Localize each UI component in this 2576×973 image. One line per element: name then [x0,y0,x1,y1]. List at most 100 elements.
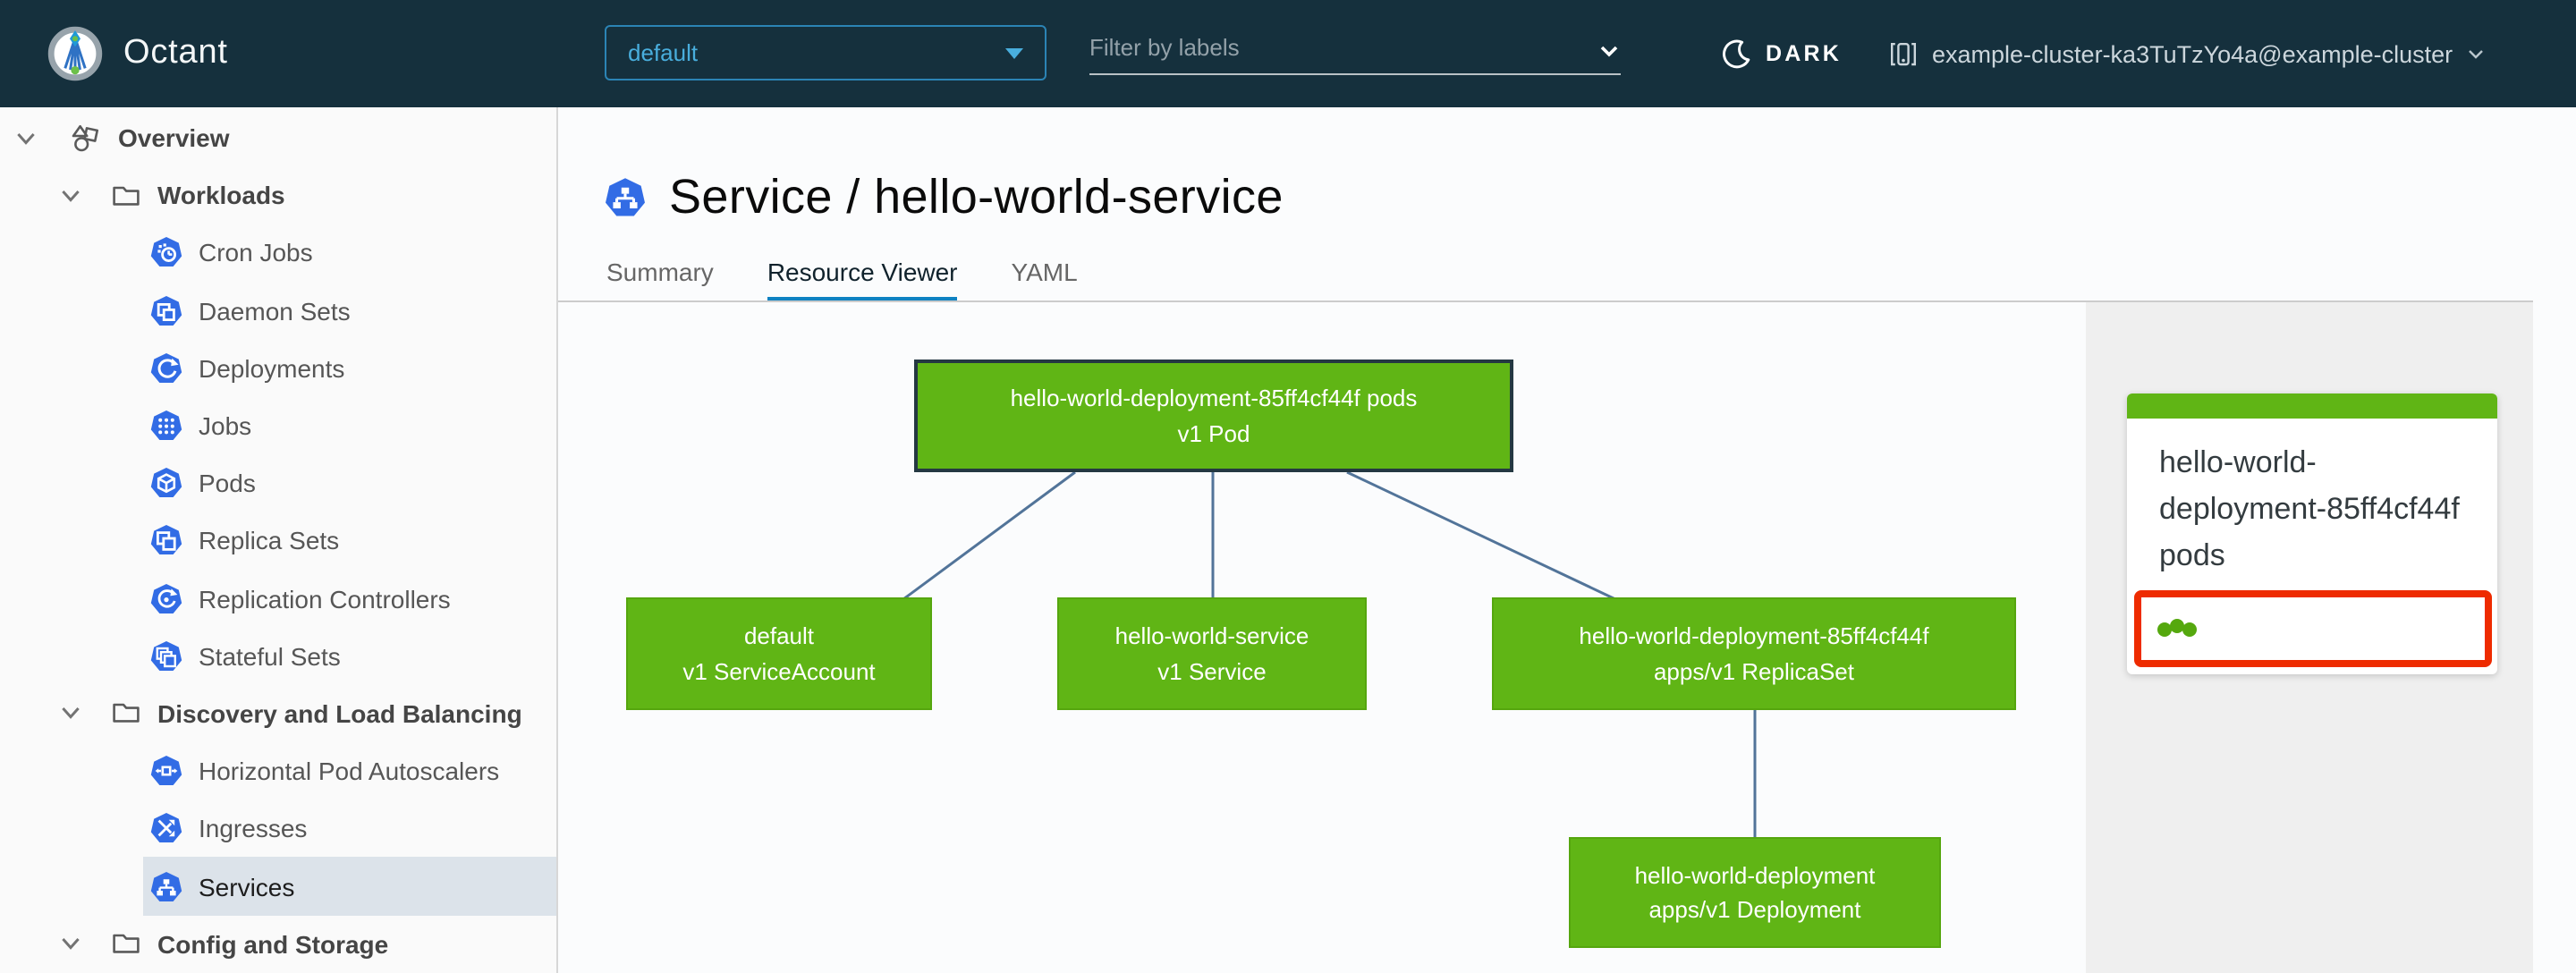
daemonset-icon [150,294,182,326]
sidebar-item-replica-sets[interactable]: Replica Sets [0,512,556,570]
sidebar-item-workloads[interactable]: Workloads [0,166,556,224]
sidebar-item-label: Daemon Sets [199,296,351,326]
sidebar-item-label: Config and Storage [157,929,389,959]
expander-chevron-icon[interactable] [59,184,82,207]
sidebar-item-label: Ingresses [199,814,308,843]
app-title: Octant [123,34,228,72]
graph-edge [1346,470,1616,601]
replicaset-icon [150,525,182,557]
sidebar-item-deployments[interactable]: Deployments [0,340,556,397]
graph-node-hello-world-deployment-85ff4cf44f-pods[interactable]: hello-world-deployment-85ff4cf44f pods v1… [914,360,1513,472]
app-brand: Octant [47,0,228,107]
service-icon [605,177,646,218]
sidebar-item-label: Discovery and Load Balancing [157,698,522,728]
expander-chevron-icon[interactable] [59,702,82,725]
overview-icon [68,121,102,155]
node-name: hello-world-deployment [1634,861,1876,888]
sidebar-item-label: Overview [118,123,230,153]
context-selector[interactable]: example-cluster-ka3TuTzYo4a@example-clus… [1889,0,2485,107]
graph-node-hello-world-deployment[interactable]: hello-world-deployment apps/v1 Deployment [1569,837,1941,948]
sidebar-item-label: Horizontal Pod Autoscalers [199,757,500,786]
node-name: hello-world-deployment-85ff4cf44f [1579,622,1929,649]
pod-status-highlight[interactable] [2134,590,2492,667]
sidebar-item-overview[interactable]: Overview [0,109,556,166]
ingress-icon [150,813,182,845]
sidebar-item-horizontal-pod-autoscalers[interactable]: Horizontal Pod Autoscalers [0,742,556,800]
pod-icon [150,467,182,499]
node-kind: apps/v1 Deployment [1648,896,1861,923]
folder-icon [111,928,141,959]
deployment-icon [150,352,182,385]
expander-chevron-icon[interactable] [59,932,82,955]
hpa-icon [150,755,182,787]
pod-status-dot [2170,618,2184,632]
tab-summary[interactable]: Summary [606,258,714,302]
resource-detail-panel: hello-world-deployment-85ff4cf44f pods [2086,302,2533,973]
sidebar-item-label: Pods [199,469,256,498]
chevron-down-icon[interactable] [1597,39,1621,63]
pod-status-dot [2182,622,2197,636]
graph-node-default[interactable]: default v1 ServiceAccount [626,597,932,710]
graph-node-hello-world-deployment-85ff4cf44f[interactable]: hello-world-deployment-85ff4cf44f apps/v1… [1492,597,2016,710]
octant-app: Octant default DARK [0,0,2576,973]
context-selector-label: example-cluster-ka3TuTzYo4a@example-clus… [1932,40,2453,67]
node-kind: v1 Pod [1177,419,1250,446]
cluster-icon [1889,40,1918,67]
cronjob-icon [150,237,182,269]
sidebar-item-label: Replica Sets [199,526,340,555]
graph-edge [902,470,1076,601]
labels-filter-input[interactable] [1089,34,1597,68]
resource-detail-card: hello-world-deployment-85ff4cf44f pods [2127,393,2497,674]
sidebar-item-pods[interactable]: Pods [0,454,556,512]
sidebar-item-services[interactable]: Services [0,857,556,916]
card-status-bar [2127,393,2497,419]
expander-chevron-icon[interactable] [14,126,38,149]
tab-bar: Summary Resource Viewer YAML [606,258,1078,302]
main-content: Service / hello-world-service Summary Res… [558,107,2576,973]
app-header: Octant default DARK [0,0,2576,107]
tab-resource-viewer[interactable]: Resource Viewer [767,258,958,302]
replicationcontroller-icon [150,582,182,614]
node-name: hello-world-deployment-85ff4cf44f pods [1010,385,1418,411]
statefulset-icon [150,640,182,673]
sidebar-item-ingresses[interactable]: Ingresses [0,800,556,858]
sidebar-item-stateful-sets[interactable]: Stateful Sets [0,627,556,684]
card-title: hello-world-deployment-85ff4cf44f pods [2159,445,2460,572]
service-icon [150,870,182,902]
caret-down-icon [1005,47,1023,58]
octant-logo-icon[interactable] [47,25,104,82]
chevron-down-icon [2467,45,2485,63]
page-title-text: Service / hello-world-service [669,170,1284,224]
node-kind: v1 Service [1157,657,1267,684]
sidebar-item-label: Jobs [199,411,252,441]
folder-icon [111,181,141,211]
node-kind: v1 ServiceAccount [682,657,876,684]
page-title: Service / hello-world-service [605,170,1284,225]
job-icon [150,410,182,442]
node-name: hello-world-service [1114,622,1309,649]
sidebar-item-replication-controllers[interactable]: Replication Controllers [0,570,556,627]
sidebar-item-cron-jobs[interactable]: Cron Jobs [0,224,556,282]
theme-toggle[interactable]: DARK [1721,0,1842,107]
moon-icon [1721,38,1751,69]
sidebar-item-label: Cron Jobs [199,238,313,267]
sidebar-item-config-and-storage[interactable]: Config and Storage [0,915,556,972]
node-kind: apps/v1 ReplicaSet [1653,657,1854,684]
sidebar-item-label: Services [199,872,295,901]
sidebar-item-label: Workloads [157,181,285,210]
folder-icon [111,698,141,729]
node-name: default [743,622,815,649]
sidebar-item-label: Replication Controllers [199,584,451,613]
namespace-select[interactable]: default [605,25,1046,80]
labels-filter[interactable] [1089,29,1621,75]
namespace-select-value: default [628,39,699,66]
sidebar-item-jobs[interactable]: Jobs [0,397,556,454]
sidebar-item-label: Deployments [199,353,345,383]
tab-yaml[interactable]: YAML [1012,258,1078,302]
sidebar: Overview Workloads Cron Jobs Daemon Sets Dep… [0,107,558,973]
graph-node-hello-world-service[interactable]: hello-world-service v1 Service [1057,597,1367,710]
sidebar-item-discovery-and-load-balancing[interactable]: Discovery and Load Balancing [0,685,556,742]
theme-toggle-label: DARK [1766,41,1843,66]
sidebar-item-daemon-sets[interactable]: Daemon Sets [0,282,556,339]
sidebar-item-label: Stateful Sets [199,641,341,671]
